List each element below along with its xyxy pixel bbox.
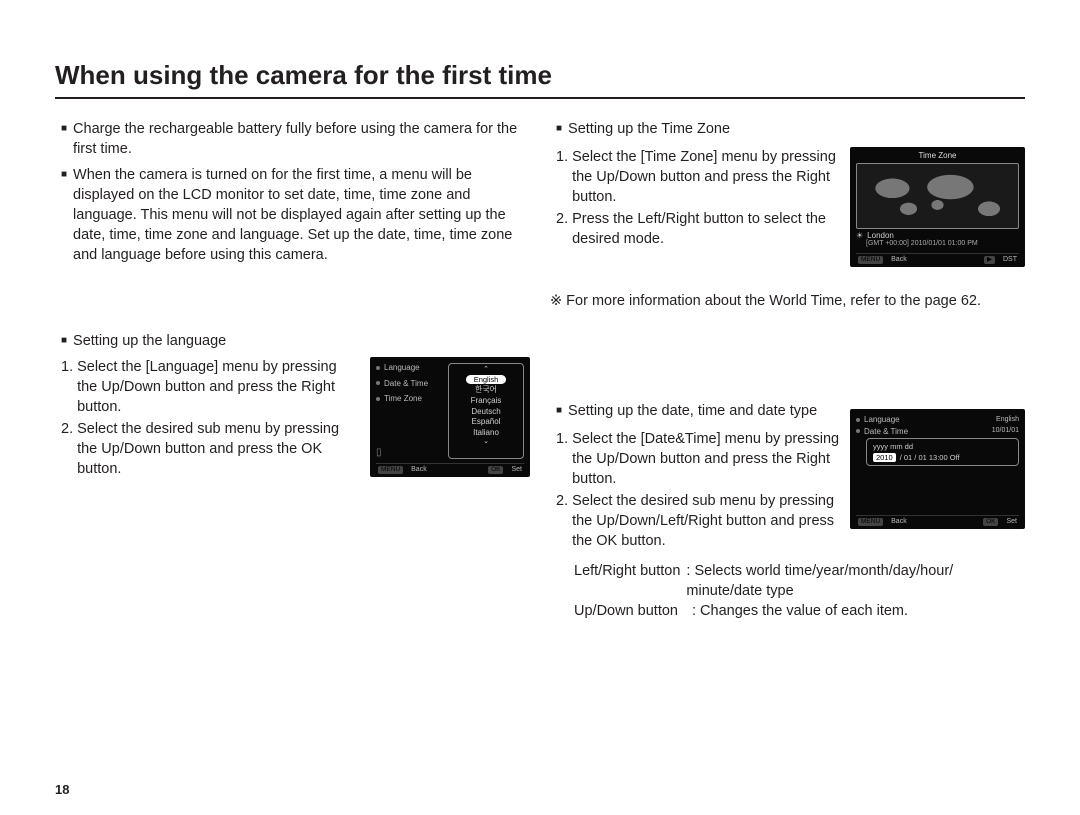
tz-step-1: 1.Select the [Time Zone] menu by pressin…: [556, 147, 840, 207]
intro-bullet-1: ■ Charge the rechargeable battery fully …: [61, 119, 530, 159]
intro-bullet-2: ■ When the camera is turned on for the f…: [61, 165, 530, 265]
dt-step-1: 1.Select the [Date&Time] menu by pressin…: [556, 429, 840, 489]
sun-icon: ☀: [856, 231, 863, 241]
lcd-timezone-screenshot: Time Zone ☀London [GMT +00:00] 2010/01/0…: [850, 147, 1025, 267]
tz-heading: ■ Setting up the Time Zone: [556, 119, 840, 139]
square-bullet-icon: ■: [61, 331, 67, 351]
tz-note: ※ For more information about the World T…: [550, 291, 1025, 311]
battery-icon: ▯: [376, 447, 442, 459]
lang-heading-text: Setting up the language: [73, 331, 226, 351]
square-bullet-icon: ■: [61, 165, 67, 265]
dt-heading: ■ Setting up the date, time and date typ…: [556, 401, 840, 421]
dt-heading-text: Setting up the date, time and date type: [568, 401, 817, 421]
tz-heading-text: Setting up the Time Zone: [568, 119, 730, 139]
world-map-icon: [856, 163, 1019, 229]
lang-heading: ■ Setting up the language: [61, 331, 530, 351]
page-title: When using the camera for the first time: [55, 60, 1025, 99]
intro-text-2: When the camera is turned on for the fir…: [73, 165, 530, 265]
intro-text-1: Charge the rechargeable battery fully be…: [73, 119, 530, 159]
tz-step-2: 2.Press the Left/Right button to select …: [556, 209, 840, 249]
dt-note-ud: Up/Down button : Changes the value of ea…: [574, 601, 1025, 621]
lang-step-1: 1.Select the [Language] menu by pressing…: [61, 357, 360, 417]
lang-step-2: 2.Select the desired sub menu by pressin…: [61, 419, 360, 479]
page-number: 18: [55, 782, 69, 797]
square-bullet-icon: ■: [556, 119, 562, 139]
lcd-language-screenshot: Language Date & Time Time Zone ▯ ⌃ Engli…: [370, 357, 530, 477]
dt-note-lr: Left/Right button : Selects world time/y…: [574, 561, 1025, 601]
square-bullet-icon: ■: [61, 119, 67, 159]
dt-step-2: 2.Select the desired sub menu by pressin…: [556, 491, 840, 551]
lcd-datetime-screenshot: LanguageEnglish Date & Time10/01/01 yyyy…: [850, 409, 1025, 529]
square-bullet-icon: ■: [556, 401, 562, 421]
